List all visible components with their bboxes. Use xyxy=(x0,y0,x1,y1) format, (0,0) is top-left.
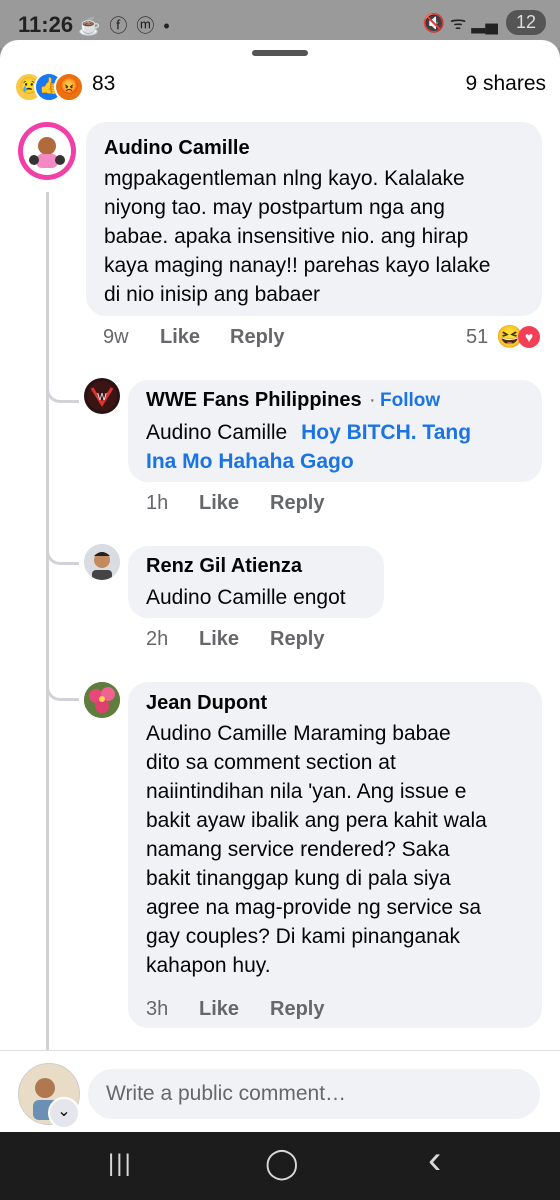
reply-time[interactable]: 3h xyxy=(146,998,168,1021)
home-button[interactable]: ◯ xyxy=(265,1146,299,1181)
comment-line: naiintindihan nila 'yan. Ang issue e xyxy=(146,780,467,803)
reaction-count[interactable]: 83 xyxy=(92,72,115,96)
reply-button[interactable]: Reply xyxy=(230,326,284,349)
notification-icons: ☕ ⓕ ⓜ • xyxy=(78,16,172,36)
avatar[interactable] xyxy=(18,122,76,180)
comment-line: bakit tinanggap kung di pala siya xyxy=(146,867,451,890)
svg-text:W: W xyxy=(97,392,107,403)
battery-icon: 12 xyxy=(505,10,546,35)
comment-line: kaya maging nanay!! parehas kayo lalake xyxy=(104,254,491,277)
comment-line: dito sa comment section at xyxy=(146,751,396,774)
tagged-text[interactable]: Hoy BITCH. Tang xyxy=(301,421,471,444)
avatar[interactable] xyxy=(84,682,120,718)
comment-actions: 9w Like Reply 51 😆 ♥ xyxy=(0,324,560,356)
comment-text: mgpakagentleman nlng kayo. Kalalake niyo… xyxy=(104,164,534,309)
comment-input[interactable]: Write a public comment… xyxy=(88,1069,540,1119)
comment-line: di nio inisip ang babaer xyxy=(104,283,320,306)
follow-button[interactable]: Follow xyxy=(380,390,440,412)
comment-line: niyong tao. may postpartum nga ang xyxy=(104,196,445,219)
reply-connector xyxy=(46,668,79,701)
reply-actions: 3h Like Reply xyxy=(0,998,560,1028)
like-button[interactable]: Like xyxy=(199,492,239,515)
comment-line: namang service rendered? Saka xyxy=(146,838,450,861)
like-button[interactable]: Like xyxy=(160,326,200,349)
drag-handle[interactable] xyxy=(252,50,308,56)
comment-line: Audino Camille Maraming babae xyxy=(146,722,451,745)
system-nav-bar: ||| ◯ ‹ xyxy=(0,1132,560,1200)
reactions-summary[interactable]: 😢 👍 😡 83 9 shares xyxy=(14,70,546,102)
like-button[interactable]: Like xyxy=(199,628,239,651)
reply-button[interactable]: Reply xyxy=(270,492,324,515)
comment-line: gay couples? Di kami pinanganak xyxy=(146,925,461,948)
comment-reaction-count[interactable]: 51 xyxy=(466,326,488,349)
reply-author[interactable]: Renz Gil Atienza xyxy=(146,555,302,578)
angry-reaction-icon: 😡 xyxy=(54,72,84,102)
reply-connector xyxy=(46,532,79,565)
comment-time[interactable]: 9w xyxy=(103,326,129,349)
reply-author[interactable]: WWE Fans Philippines xyxy=(146,389,362,412)
reply-text: Audino Camille Maraming babae dito sa co… xyxy=(146,719,536,980)
mention-text[interactable]: Audino Camille xyxy=(146,421,287,444)
reply-actions: 1h Like Reply xyxy=(0,492,560,522)
comments-sheet: 😢 👍 😡 83 9 shares Audino Camille mgpakag… xyxy=(0,40,560,1132)
comment-placeholder: Write a public comment… xyxy=(106,1082,347,1105)
shares-count[interactable]: 9 shares xyxy=(465,72,546,96)
comment-line: bakit ayaw ibalik ang pera kahit wala xyxy=(146,809,487,832)
chevron-down-icon: ⌄ xyxy=(57,1103,71,1120)
reply-time[interactable]: 1h xyxy=(146,492,168,515)
system-status-icons: 🔇 ᯤ ▂▄ 12 xyxy=(423,10,546,35)
reply-actions: 2h Like Reply xyxy=(0,628,560,658)
reply-time[interactable]: 2h xyxy=(146,628,168,651)
status-time: 11:26 xyxy=(18,12,74,37)
avatar[interactable]: W xyxy=(84,378,120,414)
avatar[interactable] xyxy=(84,544,120,580)
like-button[interactable]: Like xyxy=(199,998,239,1021)
reply-button[interactable]: Reply xyxy=(270,998,324,1021)
comment-line: mgpakagentleman nlng kayo. Kalalake xyxy=(104,167,465,190)
comment-line: babae. apaka insensitive nio. ang hirap xyxy=(104,225,469,248)
reply-text: Audino Camille engot xyxy=(146,586,346,609)
tagged-text[interactable]: Ina Mo Hahaha Gago xyxy=(146,447,536,476)
comment-composer: ⌄ Write a public comment… xyxy=(0,1050,560,1133)
profile-switch-button[interactable]: ⌄ xyxy=(48,1097,80,1129)
follow-separator: · xyxy=(369,389,376,411)
comment-line: agree na mag-provide ng service sa xyxy=(146,896,482,919)
reply-author[interactable]: Jean Dupont xyxy=(146,692,267,715)
comment-line: kahapon huy. xyxy=(146,954,271,977)
reply-connector xyxy=(46,370,79,403)
reply-text: Audino Camille Hoy BITCH. Tang Ina Mo Ha… xyxy=(146,418,536,476)
love-reaction-icon: ♥ xyxy=(518,326,540,348)
reply-button[interactable]: Reply xyxy=(270,628,324,651)
recents-button[interactable]: ||| xyxy=(108,1150,133,1178)
back-button[interactable]: ‹ xyxy=(428,1138,441,1183)
comment-author[interactable]: Audino Camille xyxy=(104,137,250,160)
signal-icons: 🔇 ᯤ ▂▄ xyxy=(422,12,498,33)
